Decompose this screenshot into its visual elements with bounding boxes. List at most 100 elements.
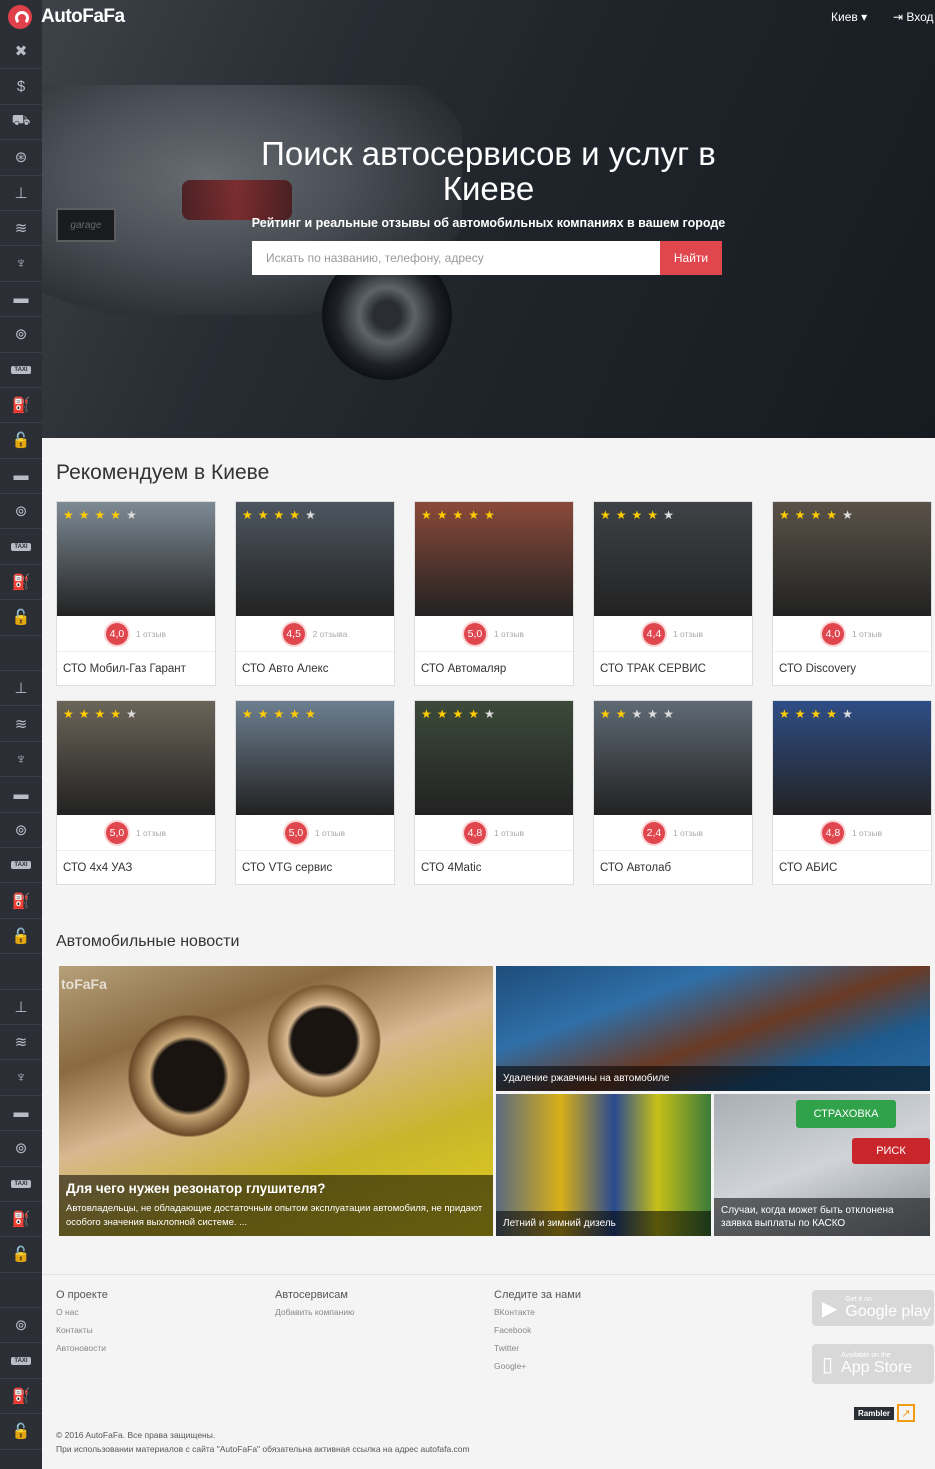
search-button[interactable]: Найти (660, 241, 722, 275)
review-count[interactable]: 1 отзыв (315, 828, 345, 838)
tow-truck-icon: ⛟ (11, 112, 31, 130)
logo-text[interactable]: AutoFaFa (41, 6, 125, 28)
company-name[interactable]: СТО 4Matic (415, 851, 573, 884)
review-count[interactable]: 1 отзыв (136, 629, 166, 639)
city-selector[interactable]: Киев ▾ (831, 10, 867, 24)
sidebar-lock-icon[interactable]: 🔓 (0, 1237, 42, 1273)
company-name[interactable]: СТО Автолаб (594, 851, 752, 884)
company-card[interactable]: ★★★★★ 4,8 1 отзыв СТО 4Matic (414, 700, 574, 885)
review-count[interactable]: 1 отзыв (673, 828, 703, 838)
sidebar-fuel-icon[interactable]: ⛽ (0, 1379, 42, 1415)
sidebar-car-wash-icon[interactable]: ≋ (0, 211, 42, 247)
company-card[interactable]: ★★★★★ 5,0 1 отзыв СТО VTG сервис (235, 700, 395, 885)
google-play-button[interactable]: ▶ Get it on Google play (812, 1290, 934, 1326)
sidebar-lock-icon[interactable]: 🔓 (0, 919, 42, 955)
sidebar-steering-wheel-icon[interactable]: ⊚ (0, 317, 42, 353)
rambler-counter[interactable]: Rambler ↗ (854, 1403, 934, 1423)
sidebar-dollar-icon[interactable]: $ (0, 69, 42, 105)
sidebar-separator (0, 1273, 42, 1309)
company-card[interactable]: ★★★★★ 4,5 2 отзыва СТО Авто Алекс (235, 501, 395, 686)
search-input[interactable]: Искать по названию, телефону, адресу (252, 241, 660, 275)
footer-link[interactable]: Автоновости (56, 1343, 108, 1353)
company-card[interactable]: ★★★★★ 4,0 1 отзыв СТО Discovery (772, 501, 932, 686)
rating-badge: 4,0 (105, 622, 128, 645)
star-icon: ★ (78, 707, 95, 721)
news-item[interactable]: Удаление ржавчины на автомобиле (496, 966, 930, 1091)
sidebar-lock-icon[interactable]: 🔓 (0, 423, 42, 459)
sidebar-car-wash-icon[interactable]: ≋ (0, 1025, 42, 1061)
star-rating: ★★★★★ (600, 508, 679, 522)
logo[interactable] (0, 0, 42, 34)
sidebar-spark-plug-icon[interactable]: ♆ (0, 1060, 42, 1096)
company-name[interactable]: СТО Discovery (773, 652, 931, 685)
company-name[interactable]: СТО Мобил-Газ Гарант (57, 652, 215, 685)
sidebar-taxi-icon[interactable]: TAXI (0, 1343, 42, 1379)
company-card[interactable]: ★★★★★ 2,4 1 отзыв СТО Автолаб (593, 700, 753, 885)
star-icon: ★ (468, 508, 485, 522)
company-name[interactable]: СТО VTG сервис (236, 851, 394, 884)
sidebar-car-icon[interactable]: ▬ (0, 282, 42, 318)
sidebar-fuel-icon[interactable]: ⛽ (0, 565, 42, 601)
sidebar-taxi-icon[interactable]: TAXI (0, 353, 42, 388)
sidebar-car-icon[interactable]: ▬ (0, 1096, 42, 1132)
footer-link[interactable]: Twitter (494, 1343, 581, 1353)
review-count[interactable]: 1 отзыв (852, 828, 882, 838)
company-name[interactable]: СТО АБИС (773, 851, 931, 884)
company-card[interactable]: ★★★★★ 4,0 1 отзыв СТО Мобил-Газ Гарант (56, 501, 216, 686)
footer-link[interactable]: Facebook (494, 1325, 581, 1335)
sidebar-taxi-icon[interactable]: TAXI (0, 529, 42, 565)
company-name[interactable]: СТО Автомаляр (415, 652, 573, 685)
news-item[interactable]: СТРАХОВКА РИСК Случаи, когда может быть … (714, 1094, 930, 1236)
sidebar-fuel-icon[interactable]: ⛽ (0, 388, 42, 424)
review-count[interactable]: 2 отзыва (313, 629, 348, 639)
footer-link[interactable]: О нас (56, 1307, 108, 1317)
company-card[interactable]: ★★★★★ 4,8 1 отзыв СТО АБИС (772, 700, 932, 885)
steering-wheel-icon: ⊚ (14, 326, 28, 344)
company-name[interactable]: СТО 4x4 УАЗ (57, 851, 215, 884)
star-rating: ★★★★★ (242, 707, 321, 721)
sidebar-tools-icon[interactable]: ✖ (0, 34, 42, 70)
sidebar-car-wash-icon[interactable]: ≋ (0, 706, 42, 742)
footer-link[interactable]: Добавить компанию (275, 1307, 354, 1317)
star-icon: ★ (631, 707, 648, 721)
footer-link[interactable]: Google+ (494, 1361, 581, 1371)
company-name[interactable]: СТО Авто Алекс (236, 652, 394, 685)
sidebar-fuel-icon[interactable]: ⛽ (0, 1202, 42, 1238)
sidebar-car-icon[interactable]: ▬ (0, 777, 42, 813)
company-card[interactable]: ★★★★★ 4,4 1 отзыв СТО ТРАК СЕРВИС (593, 501, 753, 686)
sidebar-taxi-icon[interactable]: TAXI (0, 848, 42, 884)
sidebar-lock-icon[interactable]: 🔓 (0, 600, 42, 636)
company-name[interactable]: СТО ТРАК СЕРВИС (594, 652, 752, 685)
footer-link[interactable]: ВКонтакте (494, 1307, 581, 1317)
sidebar-steering-wheel-icon[interactable]: ⊚ (0, 1131, 42, 1167)
sidebar-steering-wheel-icon[interactable]: ⊚ (0, 494, 42, 530)
sidebar-taxi-icon[interactable]: TAXI (0, 1167, 42, 1202)
app-store-button[interactable]: ▯ Available on the App Store (812, 1344, 934, 1384)
sidebar-lift-icon[interactable]: ⊥ (0, 990, 42, 1025)
rating-badge: 5,0 (463, 622, 486, 645)
sidebar-spark-plug-icon[interactable]: ♆ (0, 246, 42, 282)
company-card[interactable]: ★★★★★ 5,0 1 отзыв СТО Автомаляр (414, 501, 574, 686)
company-card[interactable]: ★★★★★ 5,0 1 отзыв СТО 4x4 УАЗ (56, 700, 216, 885)
login-link[interactable]: ⇥ Вход (893, 10, 934, 24)
footer-link[interactable]: Контакты (56, 1325, 108, 1335)
review-count[interactable]: 1 отзыв (673, 629, 703, 639)
news-item[interactable]: Летний и зимний дизель (496, 1094, 711, 1236)
dollar-icon: $ (16, 78, 26, 96)
sidebar-car-icon[interactable]: ▬ (0, 459, 42, 495)
sidebar-wheel-icon[interactable]: ⊛ (0, 140, 42, 176)
sidebar-spark-plug-icon[interactable]: ♆ (0, 742, 42, 778)
sidebar-lift-icon[interactable]: ⊥ (0, 671, 42, 707)
sidebar-tow-truck-icon[interactable]: ⛟ (0, 105, 42, 141)
review-count[interactable]: 1 отзыв (494, 828, 524, 838)
review-count[interactable]: 1 отзыв (494, 629, 524, 639)
sidebar-lift-icon[interactable]: ⊥ (0, 176, 42, 211)
review-count[interactable]: 1 отзыв (852, 629, 882, 639)
news-item-main[interactable]: toFaFa Для чего нужен резонатор глушител… (59, 966, 493, 1236)
sidebar-steering-wheel-icon[interactable]: ⊚ (0, 813, 42, 848)
fuel-icon: ⛽ (11, 1211, 31, 1229)
review-count[interactable]: 1 отзыв (136, 828, 166, 838)
sidebar-lock-icon[interactable]: 🔓 (0, 1414, 42, 1450)
sidebar-fuel-icon[interactable]: ⛽ (0, 883, 42, 919)
sidebar-steering-wheel-icon[interactable]: ⊚ (0, 1308, 42, 1344)
